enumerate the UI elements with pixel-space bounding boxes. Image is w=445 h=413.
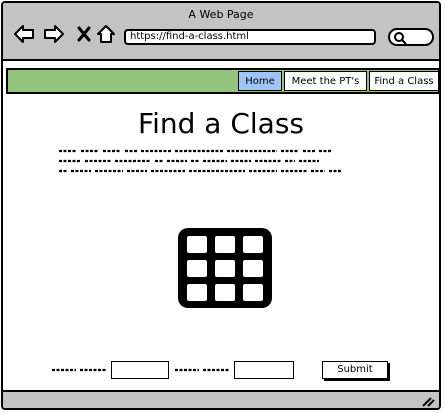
tab-meet-the-pts[interactable]: Meet the PT's (284, 71, 367, 91)
input-field-1[interactable] (111, 361, 169, 379)
tab-home[interactable]: Home (238, 71, 282, 91)
forward-arrow-icon[interactable] (43, 23, 65, 45)
home-icon[interactable] (95, 23, 117, 45)
form-label-1 (52, 368, 106, 372)
search-box[interactable] (388, 28, 434, 46)
search-icon (394, 32, 407, 45)
window-title: A Web Page (188, 8, 254, 21)
image-grid-icon (175, 225, 275, 315)
class-search-form: Submit (3, 359, 439, 383)
browser-titlebar: A Web Page https://find-a-class.html (3, 3, 439, 61)
close-x-icon[interactable] (73, 23, 95, 45)
input-field-2[interactable] (234, 361, 294, 379)
tab-find-a-class[interactable]: Find a Class (369, 71, 439, 91)
nav-bar: Home Meet the PT's Find a Class (6, 68, 439, 94)
browser-window: A Web Page https://find-a-class.html Hom… (1, 1, 441, 410)
placeholder-text-paragraph (59, 149, 341, 173)
form-label-2 (175, 368, 229, 372)
resize-grip-icon[interactable] (421, 395, 435, 407)
submit-button[interactable]: Submit (322, 361, 388, 379)
page-title: Find a Class (138, 107, 304, 140)
back-arrow-icon[interactable] (13, 23, 35, 45)
url-bar[interactable]: https://find-a-class.html (124, 29, 376, 45)
status-bar (3, 390, 439, 408)
